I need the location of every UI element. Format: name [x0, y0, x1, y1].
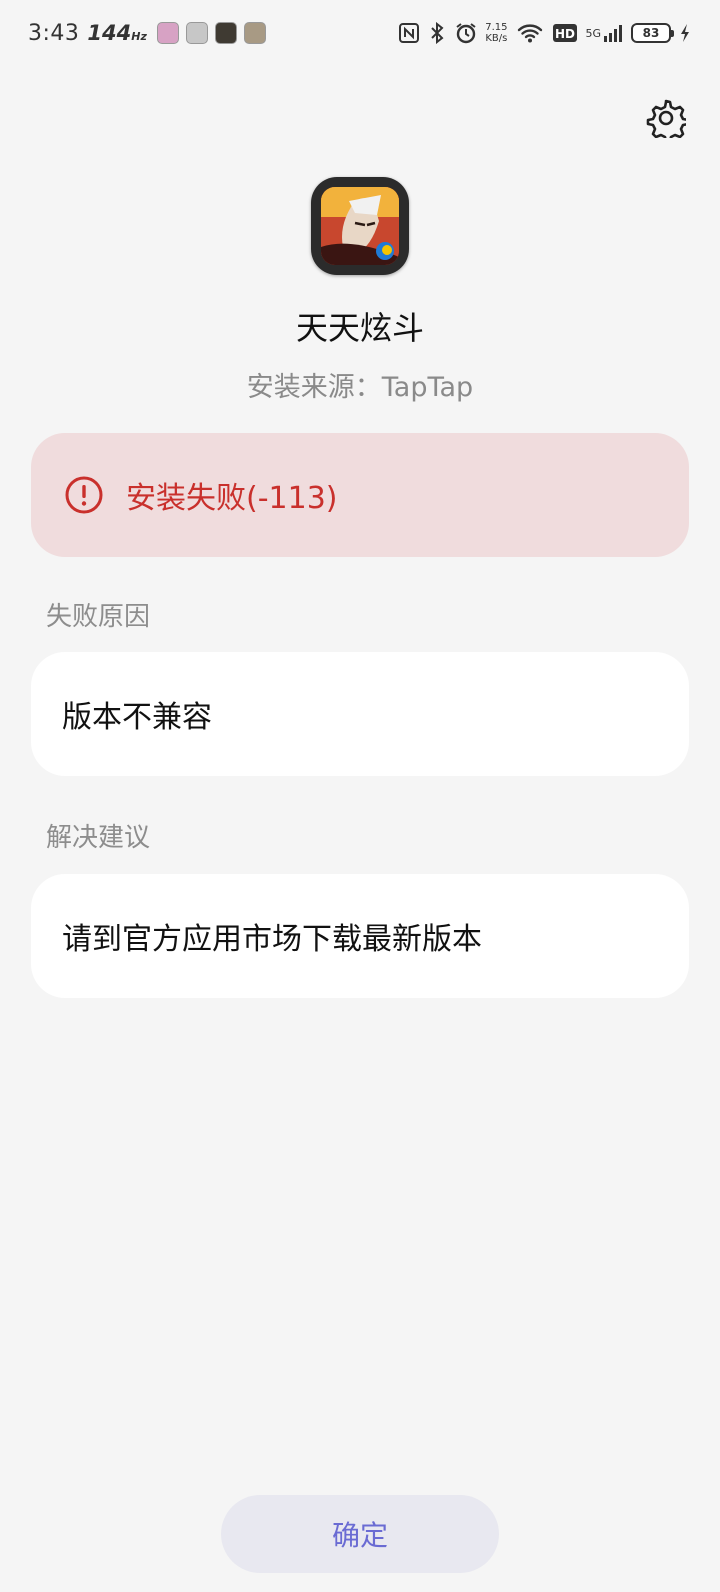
- charging-icon: [680, 24, 690, 42]
- network-type: 5G: [585, 26, 601, 40]
- status-time: 3:43: [28, 20, 80, 46]
- app-icon-artwork: [321, 187, 399, 265]
- suggestion-value: 请到官方应用市场下载最新版本: [62, 922, 482, 957]
- status-bar: 3:43 144Hz 7.15 KB/s HD 5G 83: [0, 0, 720, 66]
- failure-reason-card: 版本不兼容: [31, 652, 689, 776]
- notification-app-icon: [214, 22, 237, 44]
- failure-reason-value: 版本不兼容: [62, 700, 212, 735]
- install-source: 安装来源：TapTap: [246, 372, 474, 403]
- app-icon: [311, 177, 409, 275]
- notification-app-icon: [156, 22, 179, 44]
- bluetooth-icon: [429, 22, 445, 44]
- notification-app-icon: [185, 22, 208, 44]
- notification-app-icon: [243, 22, 266, 44]
- signal-icon: [603, 23, 625, 43]
- wifi-icon: [517, 23, 543, 43]
- battery-indicator: 83: [631, 23, 674, 43]
- install-error-card: 安装失败(-113): [31, 433, 689, 557]
- hd-icon: HD: [553, 24, 578, 42]
- refresh-rate: 144Hz: [87, 21, 147, 45]
- alarm-icon: [455, 22, 477, 44]
- exclamation-circle-icon: [64, 475, 104, 515]
- app-name: 天天炫斗: [295, 309, 424, 347]
- suggestion-card: 请到官方应用市场下载最新版本: [31, 874, 689, 998]
- network-speed: 7.15 KB/s: [485, 22, 508, 44]
- error-message: 安装失败(-113): [126, 481, 338, 516]
- suggestion-label: 解决建议: [46, 823, 151, 853]
- install-result-page: 3:43 144Hz 7.15 KB/s HD 5G 83 天天炫斗 安装来源：…: [0, 0, 720, 1592]
- nfc-icon: [399, 23, 420, 43]
- svg-text:HD: HD: [555, 27, 575, 41]
- settings-gear-icon[interactable]: [646, 98, 690, 144]
- failure-reason-label: 失败原因: [46, 602, 151, 632]
- confirm-button[interactable]: 确定: [221, 1495, 499, 1573]
